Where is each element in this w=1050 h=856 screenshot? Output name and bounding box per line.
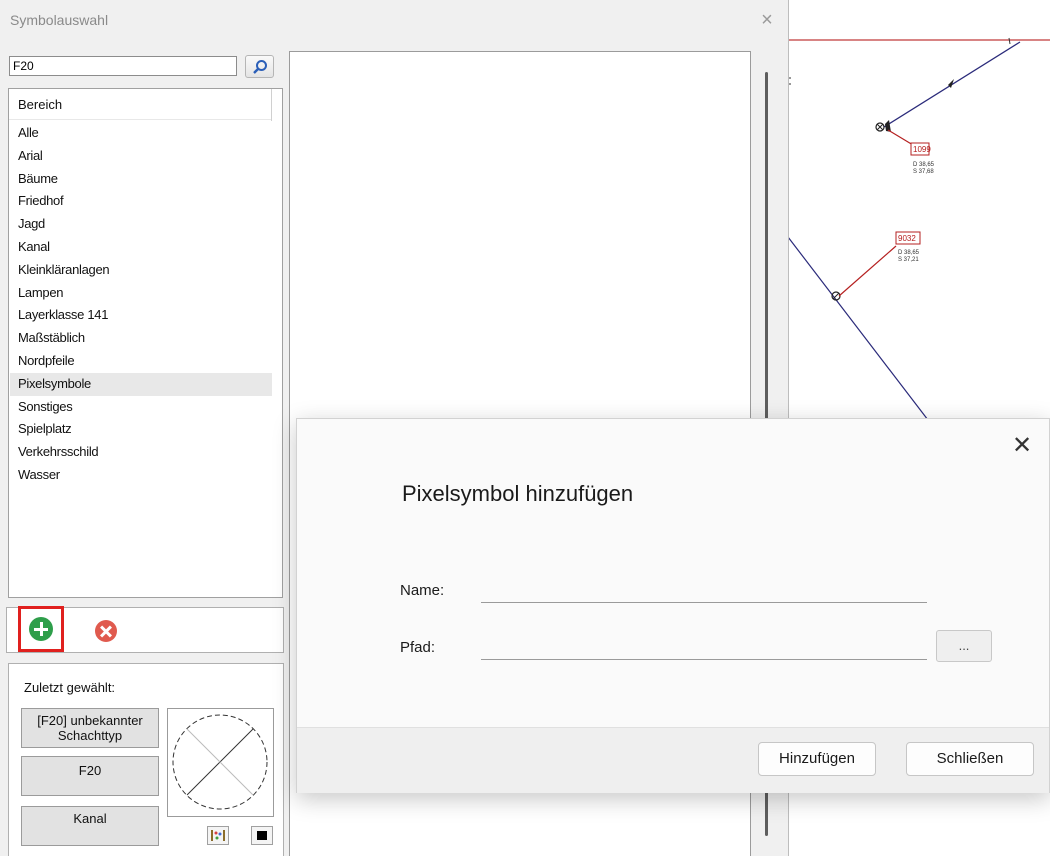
black-swatch-icon — [257, 831, 267, 840]
search-input[interactable] — [9, 56, 237, 76]
category-list[interactable]: Bereich Alle Arial Bäume Friedhof Jagd K… — [8, 88, 283, 598]
list-item-verkehrsschild[interactable]: Verkehrsschild — [10, 441, 272, 464]
palette-icon — [211, 830, 225, 841]
close-button[interactable]: Schließen — [906, 742, 1034, 776]
recent-selection-panel: Zuletzt gewählt: [F20] unbekannter Schac… — [8, 663, 284, 856]
list-item-wasser[interactable]: Wasser — [10, 464, 272, 487]
search-icon — [253, 60, 267, 74]
list-item-alle[interactable]: Alle — [10, 122, 272, 145]
name-label: Name: — [400, 582, 445, 599]
list-header-divider — [9, 119, 271, 120]
add-button[interactable]: Hinzufügen — [758, 742, 876, 776]
manhole-symbol-icon — [172, 714, 268, 810]
list-header-bereich[interactable]: Bereich — [18, 97, 62, 112]
remove-circle-icon[interactable] — [95, 620, 117, 642]
list-item-spielplatz[interactable]: Spielplatz — [10, 418, 272, 441]
map-label-9032: 9032 — [898, 234, 916, 243]
recent-label: Zuletzt gewählt: — [24, 680, 116, 695]
map-label-level-2: S 37,21 — [898, 257, 919, 263]
category-items: Alle Arial Bäume Friedhof Jagd Kanal Kle… — [10, 122, 272, 487]
list-item-layerklasse-141[interactable]: Layerklasse 141 — [10, 304, 272, 327]
map-label-depth-2: D 38,65 — [898, 250, 920, 256]
add-circle-icon — [29, 617, 53, 641]
list-item-lampen[interactable]: Lampen — [10, 282, 272, 305]
list-item-pixelsymbole[interactable]: Pixelsymbole — [10, 372, 272, 396]
path-field[interactable] — [481, 637, 927, 660]
color-swatch-button[interactable] — [251, 826, 273, 845]
map-label-1099: 1099 — [913, 145, 931, 154]
column-divider — [271, 89, 272, 121]
path-label: Pfad: — [400, 639, 436, 656]
list-item-kanal[interactable]: Kanal — [10, 236, 272, 259]
list-item-kleinklaeranlagen[interactable]: Kleinkläranlagen — [10, 259, 272, 282]
recent-item-schachttyp[interactable]: [F20] unbekannter Schachttyp — [21, 708, 159, 748]
map-label-level: S 37,68 — [913, 169, 934, 175]
list-item-sonstiges[interactable]: Sonstiges — [10, 396, 272, 419]
add-pixelsymbol-dialog: ✕ Pixelsymbol hinzufügen Name: Pfad: ...… — [296, 418, 1050, 793]
list-item-jagd[interactable]: Jagd — [10, 213, 272, 236]
list-item-friedhof[interactable]: Friedhof — [10, 190, 272, 213]
browse-button[interactable]: ... — [936, 630, 992, 662]
symbol-preview — [167, 708, 274, 817]
window-title: Symbolauswahl — [10, 12, 109, 28]
map-label-depth: D 38,65 — [913, 162, 935, 168]
list-item-nordpfeile[interactable]: Nordpfeile — [10, 350, 272, 373]
color-palette-button[interactable] — [207, 826, 229, 845]
dialog-title: Pixelsymbol hinzufügen — [402, 481, 634, 506]
list-item-arial[interactable]: Arial — [10, 145, 272, 168]
list-item-massstaeblich[interactable]: Maßstäblich — [10, 327, 272, 350]
add-category-button[interactable] — [18, 606, 64, 652]
search-button[interactable] — [245, 55, 274, 78]
list-item-baeume[interactable]: Bäume — [10, 168, 272, 191]
window-close-button[interactable]: × — [755, 8, 779, 32]
recent-item-kanal[interactable]: Kanal — [21, 806, 159, 846]
recent-item-f20[interactable]: F20 — [21, 756, 159, 796]
name-field[interactable] — [481, 580, 927, 603]
dialog-close-button[interactable]: ✕ — [1007, 431, 1037, 461]
